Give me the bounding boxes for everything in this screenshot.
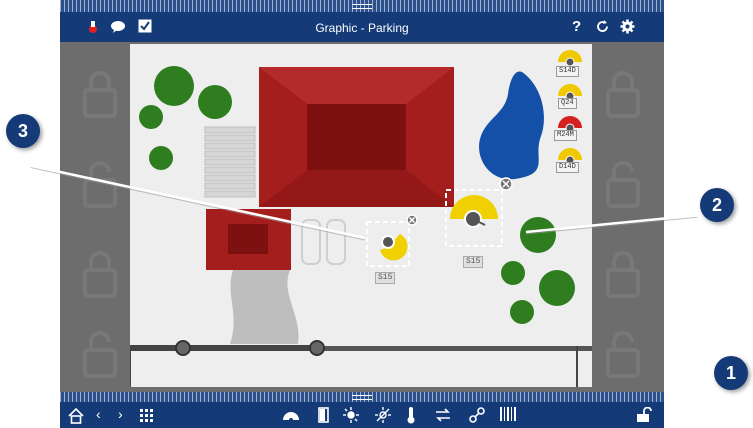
callout-badge-1: 1: [714, 356, 748, 390]
callout-lines: [25, 163, 741, 422]
callout-badge-3: 3: [6, 114, 40, 148]
callout-badge-2: 2: [700, 188, 734, 222]
